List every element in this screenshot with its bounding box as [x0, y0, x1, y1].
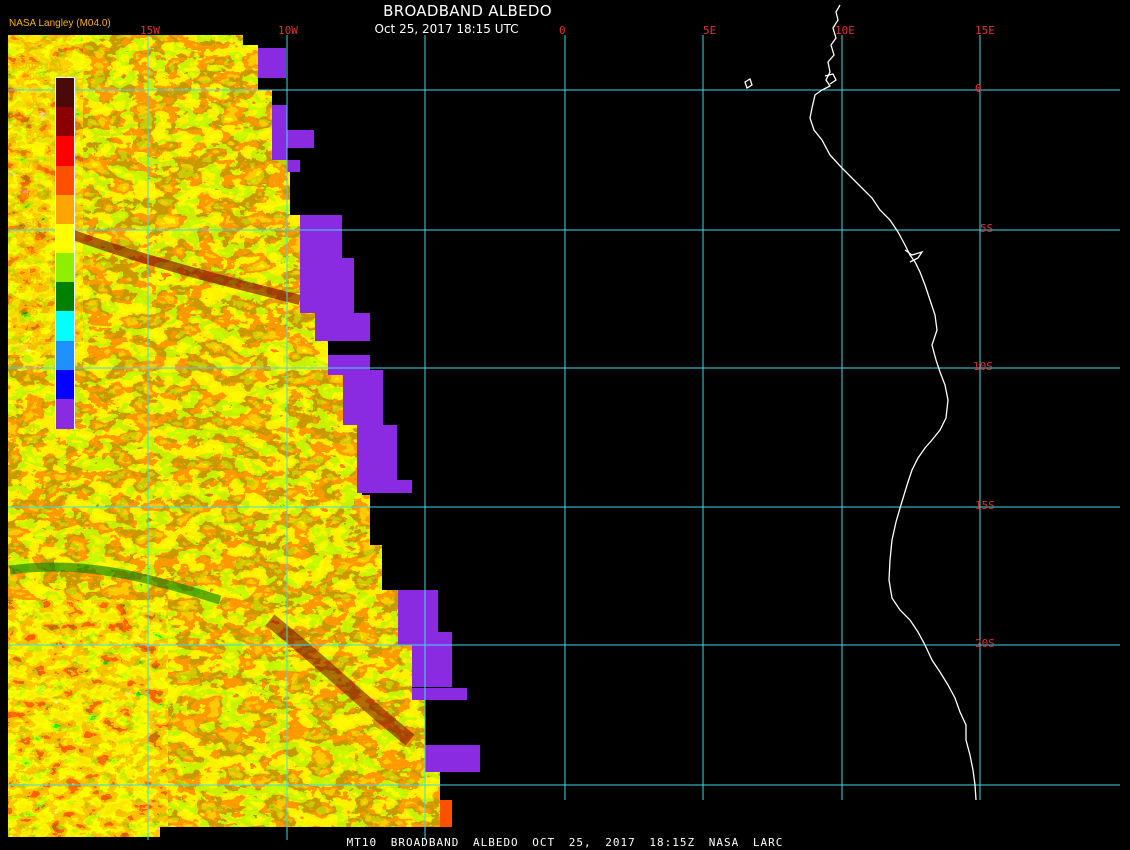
- lat-label-20s: 20S: [975, 637, 995, 650]
- colorbar-segment: [56, 369, 74, 400]
- colorbar-tick-label: 20: [25, 335, 39, 347]
- lat-label-10s: 10S: [973, 360, 993, 373]
- map-timestamp: Oct 25, 2017 18:15 UTC: [374, 22, 519, 36]
- lon-label-15w: 15W: [140, 24, 160, 37]
- colorbar-segment: [56, 194, 74, 225]
- lon-label-10w: 10W: [278, 24, 298, 37]
- colorbar-segment: [56, 223, 74, 254]
- colorbar-segment: [56, 398, 74, 429]
- colorbar-tick-label: 80: [25, 129, 39, 142]
- lat-label-5s: 5S: [980, 222, 994, 235]
- colorbar-tick-label: 70: [25, 159, 39, 171]
- lat-label-15s: 15S: [975, 499, 995, 512]
- colorbar-segment: [56, 282, 74, 313]
- colorbar-tick-label: 90: [25, 100, 39, 113]
- colorbar-segment: [56, 136, 74, 167]
- colorbar-tick-label: 25: [25, 305, 39, 318]
- colorbar-segment: [56, 340, 74, 371]
- colorbar-segment: [56, 165, 74, 196]
- colorbar-tick-label: 100: [22, 71, 42, 83]
- colorbar-segment: [56, 107, 74, 138]
- lon-label-0: 0: [559, 24, 566, 37]
- albedo-colorbar: [55, 77, 75, 429]
- colorbar-tick-label: 10: [25, 393, 39, 406]
- lon-label-5e: 5E: [703, 24, 717, 37]
- colorbar-tick-label: 15: [25, 364, 39, 377]
- footer-caption: MT10 BROADBAND ALBEDO OCT 25, 2017 18:15…: [346, 836, 784, 849]
- colorbar-tick-label: 0: [28, 423, 36, 435]
- coastline: [744, 4, 977, 801]
- colorbar-tick-label: 30: [25, 276, 39, 289]
- colorbar-segment: [56, 78, 74, 108]
- colorbar-tick-label: 50: [25, 217, 39, 230]
- colorbar-segment: [56, 311, 74, 342]
- lon-label-10e: 10E: [835, 24, 855, 37]
- albedo-map: [8, 4, 1120, 840]
- lat-label-0: 0: [975, 82, 982, 95]
- colorbar-tick-label: 60: [25, 188, 39, 201]
- colorbar-tick-label: 40: [25, 247, 39, 259]
- colorbar-segment: [56, 253, 74, 283]
- lon-label-15e: 15E: [975, 24, 995, 37]
- map-title: BROADBAND ALBEDO: [383, 2, 552, 20]
- producer-label: NASA Langley (M04.0): [9, 18, 111, 29]
